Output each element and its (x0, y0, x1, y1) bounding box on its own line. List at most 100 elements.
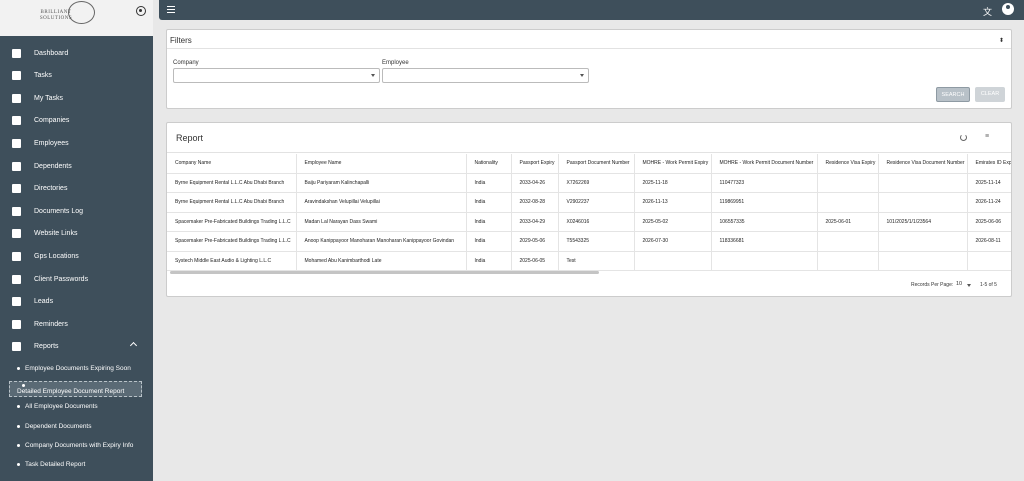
sidebar-subitem-label: Task Detailed Report (25, 461, 86, 468)
sidebar-item-directories[interactable]: Directories (0, 178, 153, 200)
account-circle-icon[interactable] (1002, 3, 1014, 15)
logo[interactable]: BRILLIANT SOLUTIONS (0, 0, 153, 36)
sidebar-subitem-all-employee-documents[interactable]: All Employee Documents (0, 399, 153, 415)
sidebar-item-companies[interactable]: Companies (0, 110, 153, 132)
sidebar-item-dashboard[interactable]: Dashboard (0, 43, 153, 65)
sidebar-item-label: Directories (34, 185, 68, 192)
table-cell: Aravindakshan Velupillai Velupillai (296, 192, 467, 213)
sidebar-item-gps-locations[interactable]: Gps Locations (0, 246, 153, 268)
sidebar-subitem-employee-documents-expiring-soon[interactable]: Employee Documents Expiring Soon (0, 361, 153, 377)
sidebar-item-dependents[interactable]: Dependents (0, 156, 153, 178)
sidebar-item-label: Website Links (34, 230, 78, 237)
table-cell: X7262269 (558, 173, 635, 193)
sidebar-item-tasks[interactable]: Tasks (0, 65, 153, 87)
table-cell: V2902237 (558, 192, 635, 213)
bullet-icon (17, 367, 20, 370)
column-header[interactable]: Employee Name (296, 154, 467, 174)
records-per-page-select[interactable]: 10 (956, 281, 962, 287)
table-cell: 2025-06-01 (817, 212, 879, 232)
table-cell: 2026-07-30 (634, 231, 712, 252)
sidebar-item-employees[interactable]: Employees (0, 133, 153, 155)
table-cell: 119869951 (711, 192, 818, 213)
report-table-container: Company Name Employee Name Nationality Pass… (167, 154, 1011, 274)
table-cell: Byrne Equipment Rental L.L.C Abu Dhabi B… (167, 192, 297, 213)
column-header[interactable]: Company Name (167, 154, 297, 174)
sidebar-item-website-links[interactable]: Website Links (0, 223, 153, 245)
table-cell: Mohamed Abu Kanimbarthodi Late (296, 251, 467, 271)
sidebar-item-client-passwords[interactable]: Client Passwords (0, 269, 153, 291)
sidebar-subitem-task-detailed-report[interactable]: Task Detailed Report (0, 457, 153, 473)
table-cell: Madan Lal Narayan Dass Swami (296, 212, 467, 232)
sidebar-item-reminders[interactable]: Reminders (0, 314, 153, 336)
expand-collapse-icon[interactable]: ⬍ (999, 37, 1004, 44)
bullet-icon (17, 405, 20, 408)
sidebar-item-label: Client Passwords (34, 276, 89, 283)
table-cell: 106557335 (711, 212, 818, 232)
sidebar: BRILLIANT SOLUTIONS Dashboard Tasks My Tas… (0, 0, 153, 481)
table-cell: 2026-11-13 (634, 192, 712, 213)
chevron-down-icon (371, 74, 375, 77)
sidebar-item-reports[interactable]: Reports (0, 336, 153, 358)
sidebar-item-label: Companies (34, 117, 70, 124)
table-row: Spacemaker Pre-Fabricated Buildings Trad… (167, 231, 1011, 252)
sidebar-subitem-label: Dependent Documents (25, 423, 92, 430)
column-header[interactable]: MOHRE - Work Permit Document Number (711, 154, 818, 174)
column-header[interactable]: Nationality (466, 154, 512, 174)
table-cell (817, 173, 879, 193)
chevron-up-icon[interactable] (129, 341, 138, 350)
building-icon (12, 116, 21, 125)
translate-icon[interactable]: 文 (983, 5, 992, 18)
report-card: Report ≡ Company Name Employee Name Nation… (166, 122, 1012, 297)
pagination-range: 1-5 of 5 (980, 282, 997, 288)
sidebar-subitem-label: Detailed Employee Document Report (17, 388, 125, 395)
column-header[interactable]: Passport Document Number (558, 154, 635, 174)
divider (167, 48, 1011, 49)
menu-icon[interactable] (167, 6, 175, 13)
column-header[interactable]: Residence Visa Document Number (878, 154, 968, 174)
sidebar-item-leads[interactable]: Leads (0, 291, 153, 313)
column-header[interactable]: Emirates ID Expiry (967, 154, 1011, 174)
horizontal-scrollbar[interactable] (170, 271, 599, 274)
clear-button[interactable]: CLEAR (975, 87, 1005, 102)
refresh-icon[interactable] (960, 134, 967, 141)
column-header[interactable]: Residence Visa Expiry (817, 154, 879, 174)
table-cell (967, 251, 1011, 271)
sidebar-item-label: Dependents (34, 163, 72, 170)
sidebar-item-label: Reports (34, 343, 59, 350)
dashboard-icon (12, 49, 21, 58)
column-header[interactable]: Passport Expiry (511, 154, 559, 174)
search-button[interactable]: SEARCH (936, 87, 970, 102)
table-cell (878, 231, 968, 252)
sidebar-item-label: Leads (34, 298, 54, 305)
bullet-icon (17, 425, 20, 428)
reports-icon (12, 342, 21, 351)
sidebar-subitem-label: Employee Documents Expiring Soon (25, 365, 131, 372)
filters-title: Filters (170, 36, 192, 45)
employee-select[interactable] (382, 68, 589, 83)
logo-line2: SOLUTIONS (39, 16, 73, 21)
bullet-icon (17, 444, 20, 447)
table-cell: 2025-05-02 (634, 212, 712, 232)
sidebar-item-label: Dashboard (34, 50, 69, 57)
sidebar-subitem-company-documents-with-expiry-info[interactable]: Company Documents with Expiry Info (0, 438, 153, 454)
table-body: Byrne Equipment Rental L.L.C Abu Dhabi B… (167, 173, 1011, 271)
company-select[interactable] (173, 68, 380, 83)
sidebar-item-my-tasks[interactable]: My Tasks (0, 88, 153, 110)
column-header[interactable]: MOHRE - Work Permit Expiry (634, 154, 712, 174)
table-cell: 118336681 (711, 231, 818, 252)
table-cell: India (466, 251, 512, 271)
table-cell: 2025-06-06 (967, 212, 1011, 232)
radio-toggle-icon[interactable] (136, 6, 146, 16)
company-label: Company (173, 60, 199, 66)
filters-card: Filters ⬍ Company Employee SEARCH CLEAR (166, 29, 1012, 109)
sidebar-item-label: Reminders (34, 321, 68, 328)
sidebar-subitem-detailed-employee-document-report[interactable]: Detailed Employee Document Report (9, 381, 142, 397)
chevron-down-icon[interactable] (967, 284, 971, 287)
sidebar-item-documents-log[interactable]: Documents Log (0, 201, 153, 223)
sidebar-subitem-dependent-documents[interactable]: Dependent Documents (0, 419, 153, 435)
table-cell: 2032-08-28 (511, 192, 559, 213)
table-cell (817, 192, 879, 213)
people-icon (12, 139, 21, 148)
bullet-icon (22, 384, 25, 387)
filter-list-icon[interactable]: ≡ (985, 133, 989, 140)
